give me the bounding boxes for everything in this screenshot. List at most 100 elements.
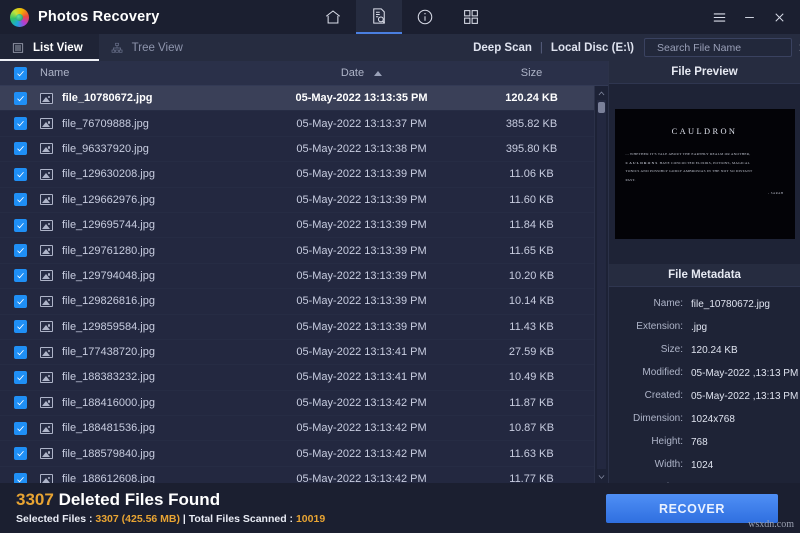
nav-grid-button[interactable] xyxy=(448,0,494,34)
row-checkbox[interactable] xyxy=(13,447,27,461)
tab-tree-view[interactable]: Tree View xyxy=(99,34,199,61)
search-box[interactable]: ✕ xyxy=(644,38,800,57)
metadata-row: Name: file_10780672.jpg xyxy=(609,298,800,312)
row-file-name: file_129761280.jpg xyxy=(62,244,155,257)
row-checkbox-cell xyxy=(0,396,40,410)
table-row[interactable]: file_129794048.jpg 05-May-2022 13:13:39 P… xyxy=(0,264,608,290)
metadata-key: Extension: xyxy=(636,321,683,332)
metadata-value: 1024x768 xyxy=(691,414,735,425)
app-logo xyxy=(0,7,38,27)
table-row[interactable]: file_76709888.jpg 05-May-2022 13:13:37 PM… xyxy=(0,111,608,137)
tab-list-view[interactable]: List View xyxy=(0,34,99,61)
table-row[interactable]: file_177438720.jpg 05-May-2022 13:13:41 P… xyxy=(0,340,608,366)
watermark: wsxdn.com xyxy=(748,519,794,530)
row-checkbox[interactable] xyxy=(13,244,27,258)
row-checkbox-cell xyxy=(0,370,40,384)
row-date: 05-May-2022 13:13:42 PM xyxy=(296,447,427,460)
chevron-up-icon xyxy=(598,91,605,95)
grid-icon xyxy=(464,10,478,24)
column-header-date-label: Date xyxy=(340,67,365,79)
row-checkbox[interactable] xyxy=(13,472,27,483)
row-checkbox-cell xyxy=(0,294,40,308)
home-icon xyxy=(325,10,341,24)
table-row[interactable]: file_129630208.jpg 05-May-2022 13:13:39 P… xyxy=(0,162,608,188)
row-name-cell: file_76709888.jpg xyxy=(40,118,254,130)
preview-image-body: ... WHETHER IT'S TALE ABOUT THE EARTHLY … xyxy=(626,150,784,184)
nav-scan-button[interactable] xyxy=(356,0,402,34)
row-file-name: file_129859584.jpg xyxy=(62,320,155,333)
window-controls xyxy=(704,0,794,34)
scrollbar-track[interactable] xyxy=(597,100,606,469)
file-metadata-header: File Metadata xyxy=(609,264,800,287)
minimize-button[interactable] xyxy=(734,0,764,34)
row-name-cell: file_129761280.jpg xyxy=(40,245,254,257)
drive-label: Local Disc (E:\) xyxy=(550,41,634,54)
nav-home-button[interactable] xyxy=(310,0,356,34)
table-row[interactable]: file_188383232.jpg 05-May-2022 13:13:41 P… xyxy=(0,365,608,391)
row-checkbox[interactable] xyxy=(13,91,27,105)
row-size: 385.82 KB xyxy=(505,117,558,130)
scroll-down-button[interactable] xyxy=(595,469,608,483)
row-file-name: file_188612608.jpg xyxy=(62,473,155,483)
search-input[interactable] xyxy=(657,41,792,54)
row-file-name: file_129794048.jpg xyxy=(62,269,155,282)
row-checkbox[interactable] xyxy=(13,294,27,308)
table-row[interactable]: file_188481536.jpg 05-May-2022 13:13:42 P… xyxy=(0,416,608,442)
row-size: 11.65 KB xyxy=(509,244,554,257)
close-button[interactable] xyxy=(764,0,794,34)
row-checkbox[interactable] xyxy=(13,320,27,334)
row-size: 11.06 KB xyxy=(509,168,554,181)
scroll-up-button[interactable] xyxy=(595,86,608,100)
table-row[interactable]: file_188416000.jpg 05-May-2022 13:13:42 P… xyxy=(0,391,608,417)
table-row[interactable]: file_129761280.jpg 05-May-2022 13:13:39 P… xyxy=(0,238,608,264)
row-checkbox[interactable] xyxy=(13,421,27,435)
row-checkbox[interactable] xyxy=(13,142,27,156)
table-row[interactable]: file_129695744.jpg 05-May-2022 13:13:39 P… xyxy=(0,213,608,239)
table-row[interactable]: file_129662976.jpg 05-May-2022 13:13:39 P… xyxy=(0,188,608,213)
toolbar-right-group: Deep Scan | Local Disc (E:\) ✕ xyxy=(473,34,800,61)
row-name-cell: file_129859584.jpg xyxy=(40,321,254,333)
table-row[interactable]: file_129859584.jpg 05-May-2022 13:13:39 P… xyxy=(0,315,608,340)
row-name-cell: file_129662976.jpg xyxy=(40,194,254,206)
image-file-icon xyxy=(40,92,53,104)
file-list-scrollbar[interactable] xyxy=(594,86,608,483)
row-checkbox[interactable] xyxy=(13,269,27,283)
row-checkbox[interactable] xyxy=(13,396,27,410)
row-date: 05-May-2022 13:13:41 PM xyxy=(296,371,427,384)
row-checkbox[interactable] xyxy=(13,218,27,232)
row-checkbox[interactable] xyxy=(13,193,27,207)
table-row[interactable]: file_188612608.jpg 05-May-2022 13:13:42 P… xyxy=(0,467,608,483)
column-header-name[interactable]: Name xyxy=(40,67,254,79)
select-all-cell xyxy=(0,66,40,80)
row-checkbox[interactable] xyxy=(13,167,27,181)
photos-recovery-window: Photos Recovery List View Tree View Deep… xyxy=(0,0,800,533)
table-row[interactable]: file_96337920.jpg 05-May-2022 13:13:38 PM… xyxy=(0,137,608,163)
select-all-checkbox[interactable] xyxy=(13,66,27,80)
table-row[interactable]: file_129826816.jpg 05-May-2022 13:13:39 P… xyxy=(0,289,608,315)
row-name-cell: file_129695744.jpg xyxy=(40,219,254,231)
row-name-cell: file_10780672.jpg xyxy=(40,92,254,104)
row-name-cell: file_188481536.jpg xyxy=(40,422,254,434)
metadata-value: 120.24 KB xyxy=(691,345,738,356)
row-checkbox-cell xyxy=(0,320,40,334)
row-checkbox-cell xyxy=(0,91,40,105)
app-title: Photos Recovery xyxy=(38,9,160,25)
deleted-files-label: Deleted Files Found xyxy=(58,490,221,509)
metadata-value: file_10780672.jpg xyxy=(691,299,770,310)
column-header-size[interactable]: Size xyxy=(469,67,594,79)
row-checkbox[interactable] xyxy=(13,345,27,359)
row-size: 11.60 KB xyxy=(509,193,554,206)
scrollbar-thumb[interactable] xyxy=(598,102,605,113)
nav-info-button[interactable] xyxy=(402,0,448,34)
deleted-files-found: 3307 Deleted Files Found xyxy=(16,490,220,510)
row-name-cell: file_129630208.jpg xyxy=(40,168,254,180)
row-checkbox[interactable] xyxy=(13,370,27,384)
info-icon xyxy=(417,9,433,25)
table-row[interactable]: file_188579840.jpg 05-May-2022 13:13:42 P… xyxy=(0,441,608,467)
row-size: 395.80 KB xyxy=(505,142,558,155)
row-checkbox[interactable] xyxy=(13,117,27,131)
table-row[interactable]: file_10780672.jpg 05-May-2022 13:13:35 PM… xyxy=(0,86,608,112)
hamburger-menu-button[interactable] xyxy=(704,0,734,34)
column-header-date[interactable]: Date xyxy=(254,67,469,79)
chevron-down-icon xyxy=(598,474,605,479)
